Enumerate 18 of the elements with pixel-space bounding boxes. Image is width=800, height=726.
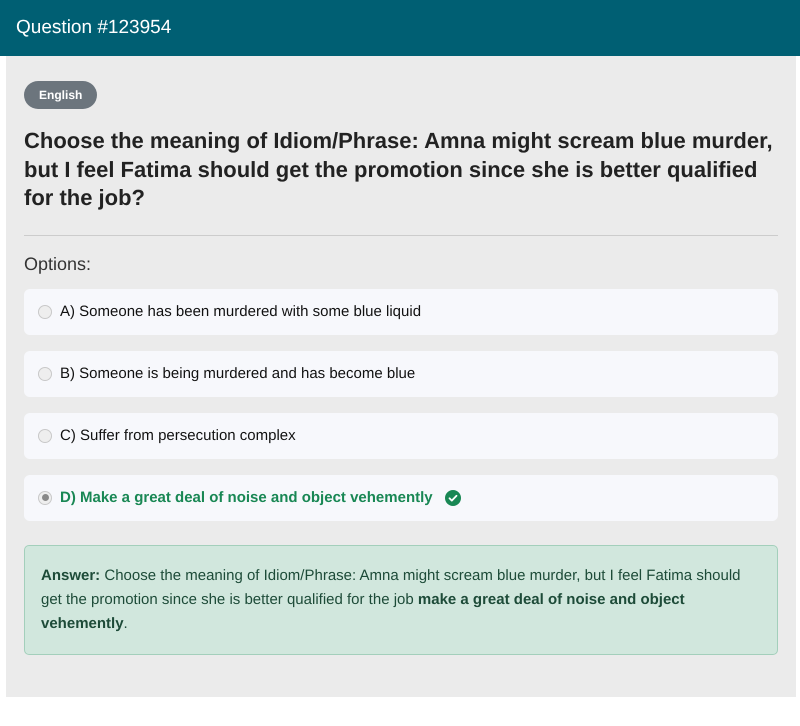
radio-button[interactable]	[38, 366, 52, 380]
radio-button[interactable]	[38, 490, 52, 504]
option-text: A) Someone has been murdered with some blue liquid	[60, 303, 422, 320]
question-text: Choose the meaning of Idiom/Phrase: Amna might scream blue murder, but I feel Fatima should get the promotion since she is better qualified for the job?	[24, 127, 774, 212]
option-text: B) Someone is being murdered and has become blue	[60, 365, 416, 382]
option-item[interactable]: D) Make a great deal of noise and object vehemently	[24, 474, 778, 520]
options-label: Options:	[24, 254, 92, 274]
answer-text: Answer: Choose the meaning of Idiom/Phrase: Amna might scream blue murder, but I feel Fatima should get the promotion since she is better qualified for the job make a great deal of noise and object vehemently.	[24, 544, 778, 654]
option-item[interactable]: B) Someone is being murdered and has become blue	[24, 350, 778, 396]
option-item[interactable]: A) Someone has been murdered with some blue liquid	[24, 288, 778, 334]
page-title: Question #123954	[16, 17, 172, 39]
check-icon	[444, 490, 461, 506]
option-text: C) Suffer from persecution complex	[60, 427, 296, 444]
language-badge: English	[24, 81, 98, 109]
radio-button[interactable]	[38, 304, 52, 318]
radio-button[interactable]	[38, 428, 52, 442]
option-text: D) Make a great deal of noise and object vehemently	[60, 489, 433, 506]
option-item[interactable]: C) Suffer from persecution complex	[24, 412, 778, 458]
